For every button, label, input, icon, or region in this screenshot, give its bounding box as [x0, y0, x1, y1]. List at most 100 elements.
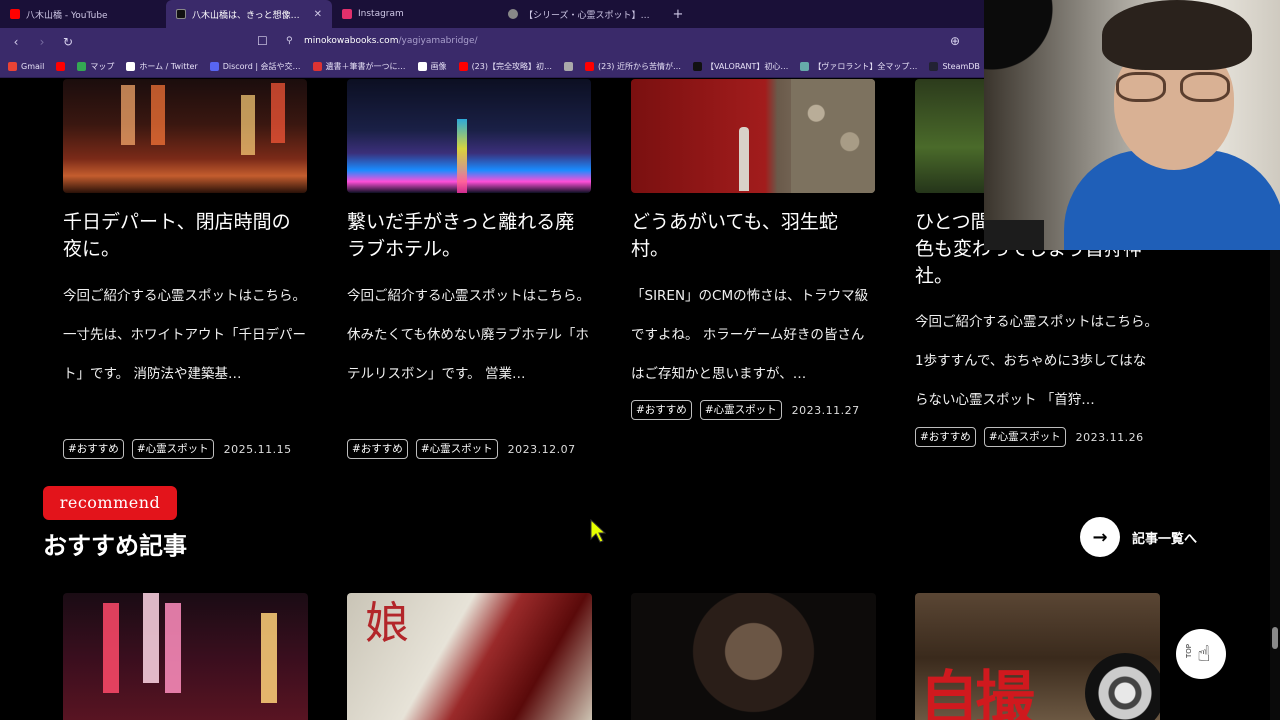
webcam-overlay [984, 0, 1280, 250]
bookmark-item[interactable]: マップ [77, 61, 114, 72]
bookmark-item[interactable]: 【ヴァロラント】全マップ… [800, 61, 917, 72]
url-path: /yagiyamabridge/ [398, 36, 478, 46]
tag[interactable]: #心霊スポット [415, 439, 498, 459]
tab-series[interactable]: 【シリーズ・心霊スポット】八木山橋 | ソソゾ [498, 0, 664, 28]
tag[interactable]: #心霊スポット [983, 427, 1066, 447]
bookmark-item[interactable] [56, 62, 66, 71]
article-title[interactable]: 千日デパート、閉店時間の夜に。 [63, 209, 307, 263]
bookmark-favicon-icon [56, 62, 66, 71]
tag[interactable]: #心霊スポット [699, 400, 782, 420]
back-to-top-button[interactable]: TOP ☝ [1176, 629, 1226, 679]
view-all-articles-link[interactable]: → 記事一覧へ [1080, 516, 1197, 558]
tab-title: 八木山橋は、きっと想像以上だ。… [192, 10, 308, 21]
bookmark-label: マップ [90, 62, 115, 71]
article-excerpt: 今回ご紹介する心霊スポットはこちら。 休みたくても休めない廃ラブホテル「ホテルリ… [347, 288, 590, 382]
bookmark-label: Gmail [21, 62, 45, 71]
instagram-icon [342, 9, 352, 19]
recommend-thumbnail[interactable]: 自撮 [915, 593, 1160, 720]
site-icon [176, 9, 186, 19]
tag[interactable]: #おすすめ [631, 400, 692, 420]
recommend-thumbnail[interactable] [631, 593, 876, 720]
scrollbar-thumb[interactable] [1272, 627, 1278, 649]
url-host: minokowabooks.com [304, 36, 399, 46]
article-date: 2025.11.15 [223, 442, 292, 456]
article-meta: #おすすめ #心霊スポット 2025.11.15 [63, 439, 292, 459]
person-hand [984, 220, 1044, 250]
bookmark-label: SteamDB [942, 62, 980, 71]
tab-title: 【シリーズ・心霊スポット】八木山橋 | ソソゾ [524, 10, 654, 21]
article-thumbnail[interactable] [63, 79, 307, 193]
bookmark-item[interactable]: 【VALORANT】初心… [692, 61, 789, 72]
recommend-thumbnail[interactable] [63, 593, 308, 720]
chevron-left-icon[interactable]: ‹ [6, 35, 26, 49]
bookmark-favicon-icon [584, 62, 594, 71]
article-title[interactable]: どうあがいても、羽生蛇村。 [631, 209, 875, 263]
recommend-thumbnail[interactable]: 娘 [347, 593, 592, 720]
tag[interactable]: #心霊スポット [131, 439, 214, 459]
pointing-hand-icon: ☝ [1197, 641, 1211, 667]
bookmark-item[interactable]: (23) 近所から苦情が… [584, 61, 681, 72]
bookmark-label: (23)【完全攻略】初… [471, 62, 552, 71]
article-excerpt: 「SIREN」のCMの怖さは、トラウマ級ですよね。 ホラーゲーム好きの皆さんはご… [631, 288, 869, 382]
bookmark-item[interactable]: SteamDB [929, 62, 980, 71]
top-label: TOP [1185, 643, 1194, 659]
view-all-label[interactable]: 記事一覧へ [1132, 528, 1197, 547]
tab-title: 八木山橋 - YouTube [26, 10, 108, 21]
reload-icon[interactable]: ↻ [58, 35, 78, 49]
chevron-right-icon[interactable]: › [32, 35, 52, 49]
article-thumbnail[interactable] [347, 79, 591, 193]
site-info-icon[interactable]: ⚲ [286, 36, 293, 46]
tire-graphic [1085, 653, 1160, 720]
article-thumbnail[interactable] [631, 79, 875, 193]
tab-youtube[interactable]: 八木山橋 - YouTube [0, 0, 166, 28]
tab-title: Instagram [358, 9, 404, 19]
site-icon [508, 9, 518, 19]
close-icon[interactable]: ✕ [314, 9, 322, 20]
article-meta: #おすすめ #心霊スポット 2023.12.07 [347, 439, 576, 459]
bookmark-item[interactable] [563, 62, 573, 71]
bookmark-favicon-icon [312, 62, 322, 71]
bookmark-favicon-icon [458, 62, 468, 71]
thumbnail-text: 娘 [365, 598, 409, 649]
zoom-icon[interactable]: ⊕ [950, 34, 960, 48]
bookmark-item[interactable]: 遺書＋筆書が一つに… [312, 61, 406, 72]
address-bar[interactable]: minokowabooks.com/yagiyamabridge/ [304, 36, 478, 46]
tab-article[interactable]: 八木山橋は、きっと想像以上だ。… ✕ [166, 0, 332, 28]
bookmark-icon[interactable]: ☐ [257, 34, 268, 48]
tag[interactable]: #おすすめ [915, 427, 976, 447]
lamp-shape [984, 0, 1064, 90]
person-hair [1102, 0, 1252, 70]
article-date: 2023.11.26 [1075, 430, 1144, 444]
bookmark-favicon-icon [692, 62, 702, 71]
bookmark-item[interactable]: ホーム / Twitter [126, 61, 198, 72]
bookmark-item[interactable]: 画像 [417, 61, 447, 72]
article-excerpt: 今回ご紹介する心霊スポットはこちら。 一寸先は、ホワイトアウト「千日デパート」で… [63, 288, 306, 382]
bookmark-item[interactable]: Gmail [8, 62, 44, 71]
bookmark-label: (23) 近所から苦情が… [597, 62, 681, 71]
new-tab-button[interactable]: + [664, 7, 692, 22]
article-excerpt: 今回ご紹介する心霊スポットはこちら。 1歩すすんで、おちゃめに3歩してはならない… [915, 314, 1158, 408]
tab-instagram[interactable]: Instagram [332, 0, 498, 28]
bookmark-favicon-icon [417, 62, 427, 71]
youtube-icon [10, 9, 20, 19]
bookmark-favicon-icon [929, 62, 939, 71]
bookmark-label: 【ヴァロラント】全マップ… [813, 62, 918, 71]
bookmark-item[interactable]: Discord | 会話や交… [209, 61, 301, 72]
bookmark-favicon-icon [126, 62, 136, 71]
article-meta: #おすすめ #心霊スポット 2023.11.26 [915, 427, 1144, 447]
bookmark-label: ホーム / Twitter [139, 62, 198, 71]
bookmark-favicon-icon [800, 62, 810, 71]
bookmark-label: 【VALORANT】初心… [705, 62, 789, 71]
thumbnail-text: 自撮 [919, 665, 1035, 720]
glasses-icon [1116, 72, 1232, 102]
tag[interactable]: #おすすめ [347, 439, 408, 459]
recommend-label: recommend [43, 486, 177, 520]
article-title[interactable]: 繋いだ手がきっと離れる廃ラブホテル。 [347, 209, 591, 263]
arrow-right-icon[interactable]: → [1080, 517, 1120, 557]
bookmark-favicon-icon [8, 62, 17, 71]
bookmark-favicon-icon [77, 62, 87, 71]
bookmark-item[interactable]: (23)【完全攻略】初… [458, 61, 552, 72]
bookmark-label: Discord | 会話や交… [222, 62, 301, 71]
bookmark-favicon-icon [563, 62, 573, 71]
tag[interactable]: #おすすめ [63, 439, 124, 459]
